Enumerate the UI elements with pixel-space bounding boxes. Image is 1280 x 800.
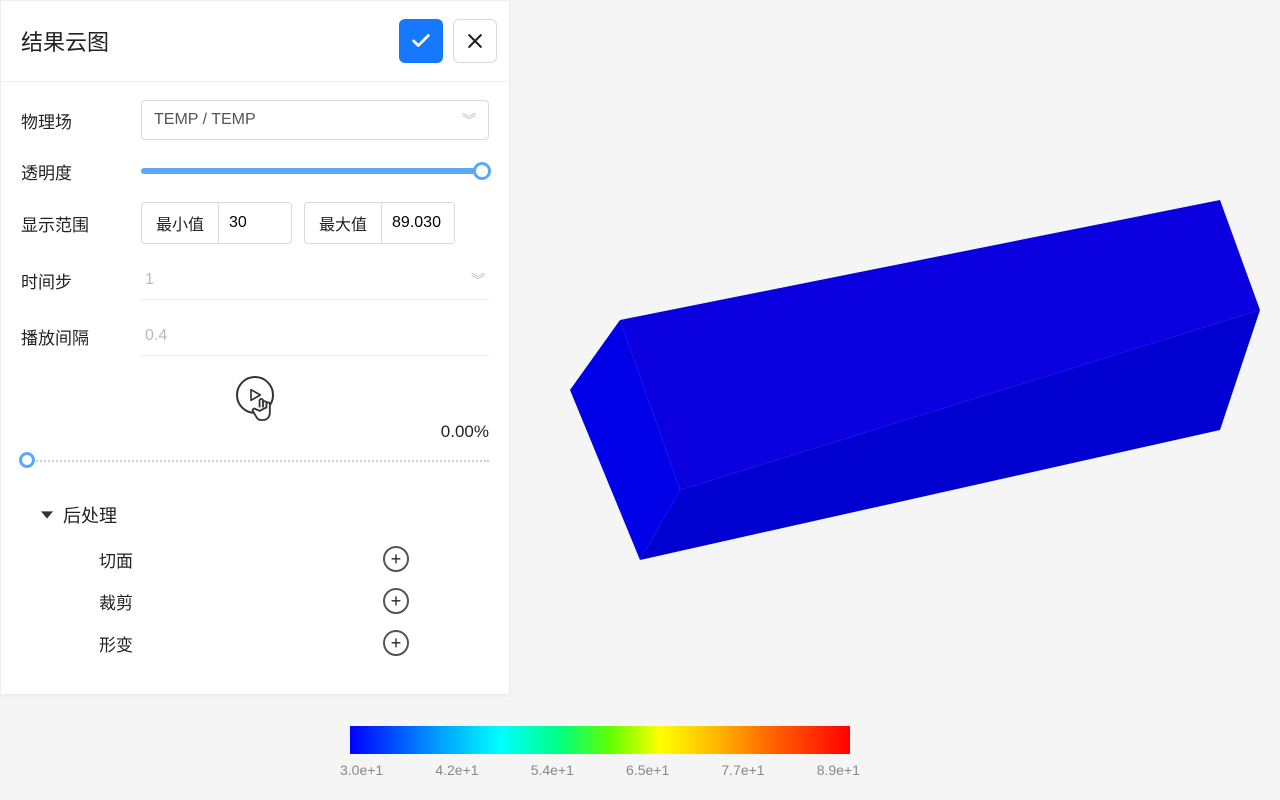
min-group: 最小值 [141,202,292,244]
header-buttons [399,19,497,63]
tick: 5.4e+1 [531,762,574,778]
max-input[interactable] [382,203,454,243]
play-row [1,364,509,418]
play-icon [247,387,263,403]
slider-thumb[interactable] [473,162,491,180]
panel-body: 物理场 TEMP / TEMP ︾ 透明度 显示范围 最小值 [1,82,509,694]
tick: 3.0e+1 [340,762,383,778]
opacity-label: 透明度 [21,159,141,184]
tick: 4.2e+1 [435,762,478,778]
confirm-button[interactable] [399,19,443,63]
caret-down-icon [41,509,53,521]
tick: 6.5e+1 [626,762,669,778]
tree-parent-postprocess[interactable]: 后处理 [41,494,489,538]
progress-row [1,454,509,486]
tree-parent-label: 后处理 [63,502,117,528]
min-label: 最小值 [142,203,219,243]
play-button[interactable] [236,376,274,414]
plus-icon: + [391,592,402,610]
check-icon [410,30,432,52]
colorbar: 3.0e+1 4.2e+1 5.4e+1 6.5e+1 7.7e+1 8.9e+… [350,726,850,778]
postprocess-tree: 后处理 切面 + 裁剪 + 形变 + [1,486,509,664]
min-input[interactable] [219,203,291,243]
opacity-row: 透明度 [1,148,509,194]
range-label: 显示范围 [21,211,141,236]
close-button[interactable] [453,19,497,63]
colorbar-ticks: 3.0e+1 4.2e+1 5.4e+1 6.5e+1 7.7e+1 8.9e+… [340,762,860,778]
opacity-slider[interactable] [141,161,489,181]
percent-display: 0.00% [1,418,509,454]
tick: 8.9e+1 [817,762,860,778]
range-row: 显示范围 最小值 最大值 [1,194,509,252]
plus-icon: + [391,550,402,568]
max-label: 最大值 [305,203,382,243]
add-clip-button[interactable]: + [383,588,409,614]
tick: 7.7e+1 [721,762,764,778]
close-icon [465,31,485,51]
tree-child-label: 形变 [99,631,133,656]
interval-row: 播放间隔 [1,308,509,364]
physics-row: 物理场 TEMP / TEMP ︾ [1,92,509,148]
progress-thumb[interactable] [19,452,35,468]
slider-track [141,168,489,174]
add-deform-button[interactable]: + [383,630,409,656]
panel-header: 结果云图 [1,1,509,82]
tree-child-clip: 裁剪 + [41,580,489,622]
tree-child-deform: 形变 + [41,622,489,664]
plus-icon: + [391,634,402,652]
tree-child-label: 切面 [99,547,133,572]
tree-child-section: 切面 + [41,538,489,580]
physics-value: TEMP / TEMP [154,111,256,129]
max-group: 最大值 [304,202,455,244]
contour-solid [560,200,1260,620]
timestep-select[interactable]: 1 ︾ [141,260,489,300]
interval-input[interactable] [141,316,489,356]
physics-label: 物理场 [21,108,141,133]
interval-label: 播放间隔 [21,324,141,349]
chevron-down-icon: ︾ [471,270,485,290]
settings-panel: 结果云图 物理场 TEMP / TEMP ︾ 透明度 [0,0,510,695]
timestep-label: 时间步 [21,268,141,293]
panel-title: 结果云图 [21,25,109,57]
viewport-3d[interactable] [520,0,1280,800]
physics-select[interactable]: TEMP / TEMP ︾ [141,100,489,140]
add-section-button[interactable]: + [383,546,409,572]
chevron-down-icon: ︾ [462,110,476,130]
timestep-row: 时间步 1 ︾ [1,252,509,308]
colorbar-gradient [350,726,850,754]
progress-slider[interactable] [21,460,489,462]
tree-child-label: 裁剪 [99,589,133,614]
timestep-value: 1 [145,271,154,289]
